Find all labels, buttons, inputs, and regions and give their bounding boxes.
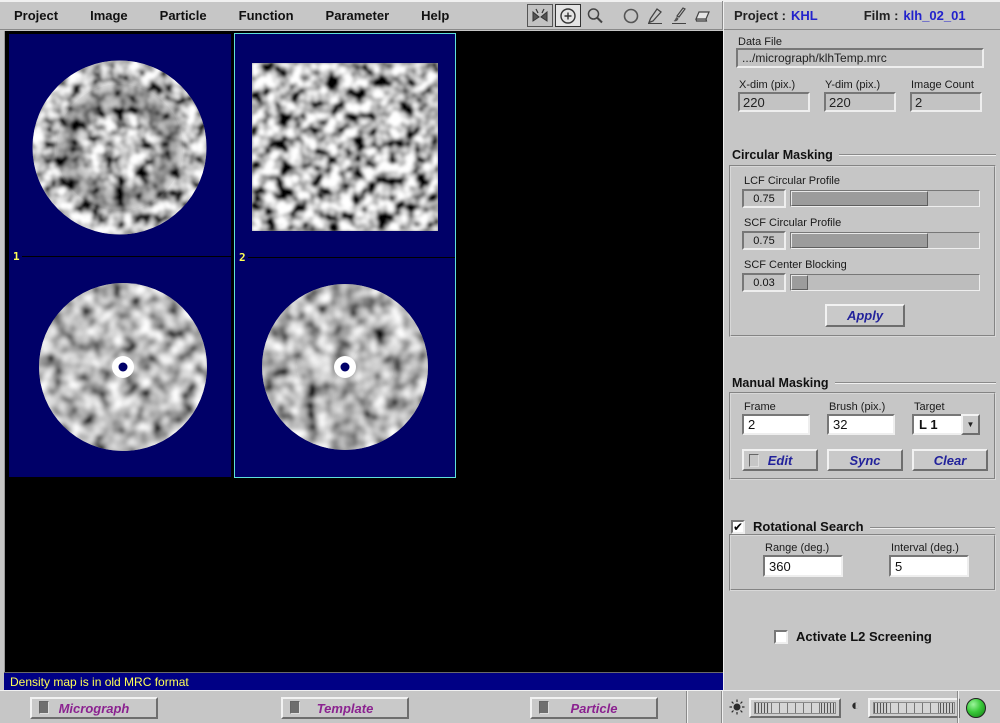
- bottom-bar: Micrograph Template Particle ◐: [0, 690, 1000, 723]
- contrast-icon: ◐: [851, 697, 860, 715]
- scf-center-blocking-slider[interactable]: [790, 274, 980, 291]
- circle-icon[interactable]: [619, 4, 643, 27]
- magnifier-icon[interactable]: [583, 4, 607, 27]
- circle-crosshair-icon[interactable]: [555, 4, 581, 27]
- status-bar: Density map is in old MRC format: [4, 672, 723, 690]
- bottombar-separator-2: [721, 691, 723, 723]
- edit-button[interactable]: Edit: [742, 449, 818, 471]
- particle-button[interactable]: Particle: [530, 697, 658, 719]
- data-file-label: Data File: [738, 36, 782, 48]
- frame-label: Frame: [744, 401, 776, 413]
- rotational-search-row: ✔ Rotational Search: [731, 519, 995, 534]
- micrograph-indicator-lamp: [39, 701, 49, 714]
- frame-panel-1[interactable]: 1: [9, 34, 231, 477]
- scf-center-blocking-label: SCF Center Blocking: [744, 259, 847, 271]
- template-image-2[interactable]: [252, 63, 438, 231]
- range-input[interactable]: 360: [763, 555, 843, 577]
- rotational-search-group: Range (deg.) 360 Interval (deg.) 5: [729, 534, 996, 591]
- circular-masking-header: Circular Masking: [732, 148, 996, 162]
- menu-function[interactable]: Function: [235, 6, 298, 25]
- status-message: Density map is in old MRC format: [4, 675, 189, 689]
- l2-screening-checkbox[interactable]: [774, 630, 788, 644]
- film-value: klh_02_01: [903, 8, 965, 23]
- scf-profile-label: SCF Circular Profile: [744, 217, 841, 229]
- circular-masking-group: LCF Circular Profile 0.75 SCF Circular P…: [729, 165, 996, 337]
- manual-masking-group: Frame 2 Brush (pix.) 32 Target L 1 ▼ Edi…: [729, 392, 996, 480]
- range-label: Range (deg.): [765, 542, 829, 554]
- chevron-down-icon[interactable]: ▼: [961, 414, 980, 435]
- data-file-value[interactable]: .../micrograph/klhTemp.mrc: [736, 48, 984, 68]
- brush-input[interactable]: 32: [827, 414, 895, 435]
- y-dim-label: Y-dim (pix.): [825, 79, 880, 91]
- target-value: L 1: [912, 414, 961, 435]
- scf-image-2[interactable]: [261, 283, 429, 451]
- bottombar-separator-3: [957, 691, 959, 723]
- scf-center-blocking-value: 0.03: [742, 273, 786, 292]
- template-indicator-lamp: [290, 701, 300, 714]
- scf-profile-slider[interactable]: [790, 232, 980, 249]
- menu-project[interactable]: Project: [10, 6, 62, 25]
- frame-number-2: 2: [235, 251, 246, 264]
- checkmark-icon: ✔: [733, 521, 743, 533]
- image-count-label: Image Count: [911, 79, 974, 91]
- frame-divider-1: 1: [9, 250, 231, 262]
- menu-parameter[interactable]: Parameter: [322, 6, 394, 25]
- contrast-thumbwheel[interactable]: [868, 698, 960, 718]
- menubar-separator: [722, 1, 724, 30]
- template-button[interactable]: Template: [281, 697, 409, 719]
- frame-panel-2[interactable]: 2: [234, 33, 456, 478]
- parameter-sidebar: Data File .../micrograph/klhTemp.mrc X-d…: [723, 30, 1000, 690]
- application-window: Project Image Particle Function Paramete…: [0, 0, 1000, 723]
- project-info: Project : KHL Film : klh_02_01: [734, 1, 996, 29]
- bottombar-separator-1: [686, 691, 688, 723]
- frame-number-1: 1: [9, 250, 20, 263]
- project-label: Project :: [734, 8, 786, 23]
- menu-particle[interactable]: Particle: [156, 6, 211, 25]
- x-dim-label: X-dim (pix.): [739, 79, 795, 91]
- brush-label: Brush (pix.): [829, 401, 885, 413]
- interval-input[interactable]: 5: [889, 555, 969, 577]
- micrograph-button[interactable]: Micrograph: [30, 697, 158, 719]
- pencil-icon[interactable]: [643, 4, 667, 27]
- lcf-profile-label: LCF Circular Profile: [744, 175, 840, 187]
- interval-label: Interval (deg.): [891, 542, 959, 554]
- target-dropdown[interactable]: L 1 ▼: [912, 414, 980, 435]
- target-label: Target: [914, 401, 945, 413]
- menu-items: Project Image Particle Function Paramete…: [10, 1, 453, 29]
- frame-input[interactable]: 2: [742, 414, 810, 435]
- particle-indicator-lamp: [539, 701, 549, 714]
- frame-divider-2: 2: [235, 251, 455, 263]
- tool-bar: [527, 3, 715, 28]
- film-label: Film :: [864, 8, 899, 23]
- menu-bar: Project Image Particle Function Paramete…: [0, 1, 1000, 30]
- rotational-search-label: Rotational Search: [753, 519, 864, 534]
- brightness-thumbwheel[interactable]: [749, 698, 841, 718]
- brush-icon[interactable]: [667, 4, 691, 27]
- lcf-profile-slider[interactable]: [790, 190, 980, 207]
- project-value: KHL: [791, 8, 818, 23]
- butterfly-select-icon[interactable]: [527, 4, 553, 27]
- rotational-search-checkbox[interactable]: ✔: [731, 520, 745, 534]
- l2-screening-label: Activate L2 Screening: [796, 629, 932, 644]
- sync-button[interactable]: Sync: [827, 449, 903, 471]
- brightness-icon: [729, 699, 745, 715]
- clear-button[interactable]: Clear: [912, 449, 988, 471]
- menu-help[interactable]: Help: [417, 6, 453, 25]
- image-count-value: 2: [910, 92, 982, 112]
- manual-masking-header: Manual Masking: [732, 376, 996, 390]
- edit-indicator-lamp: [749, 454, 759, 467]
- status-led-icon: [966, 698, 986, 718]
- eraser-icon[interactable]: [691, 4, 715, 27]
- scf-image-1[interactable]: [38, 282, 208, 452]
- y-dim-value[interactable]: 220: [824, 92, 896, 112]
- scf-profile-value: 0.75: [742, 231, 786, 250]
- apply-button[interactable]: Apply: [825, 304, 905, 327]
- menu-image[interactable]: Image: [86, 6, 132, 25]
- l2-screening-row: Activate L2 Screening: [774, 629, 932, 644]
- template-image-1[interactable]: [32, 60, 207, 235]
- image-canvas: 1: [4, 31, 723, 672]
- lcf-profile-value: 0.75: [742, 189, 786, 208]
- x-dim-value[interactable]: 220: [738, 92, 810, 112]
